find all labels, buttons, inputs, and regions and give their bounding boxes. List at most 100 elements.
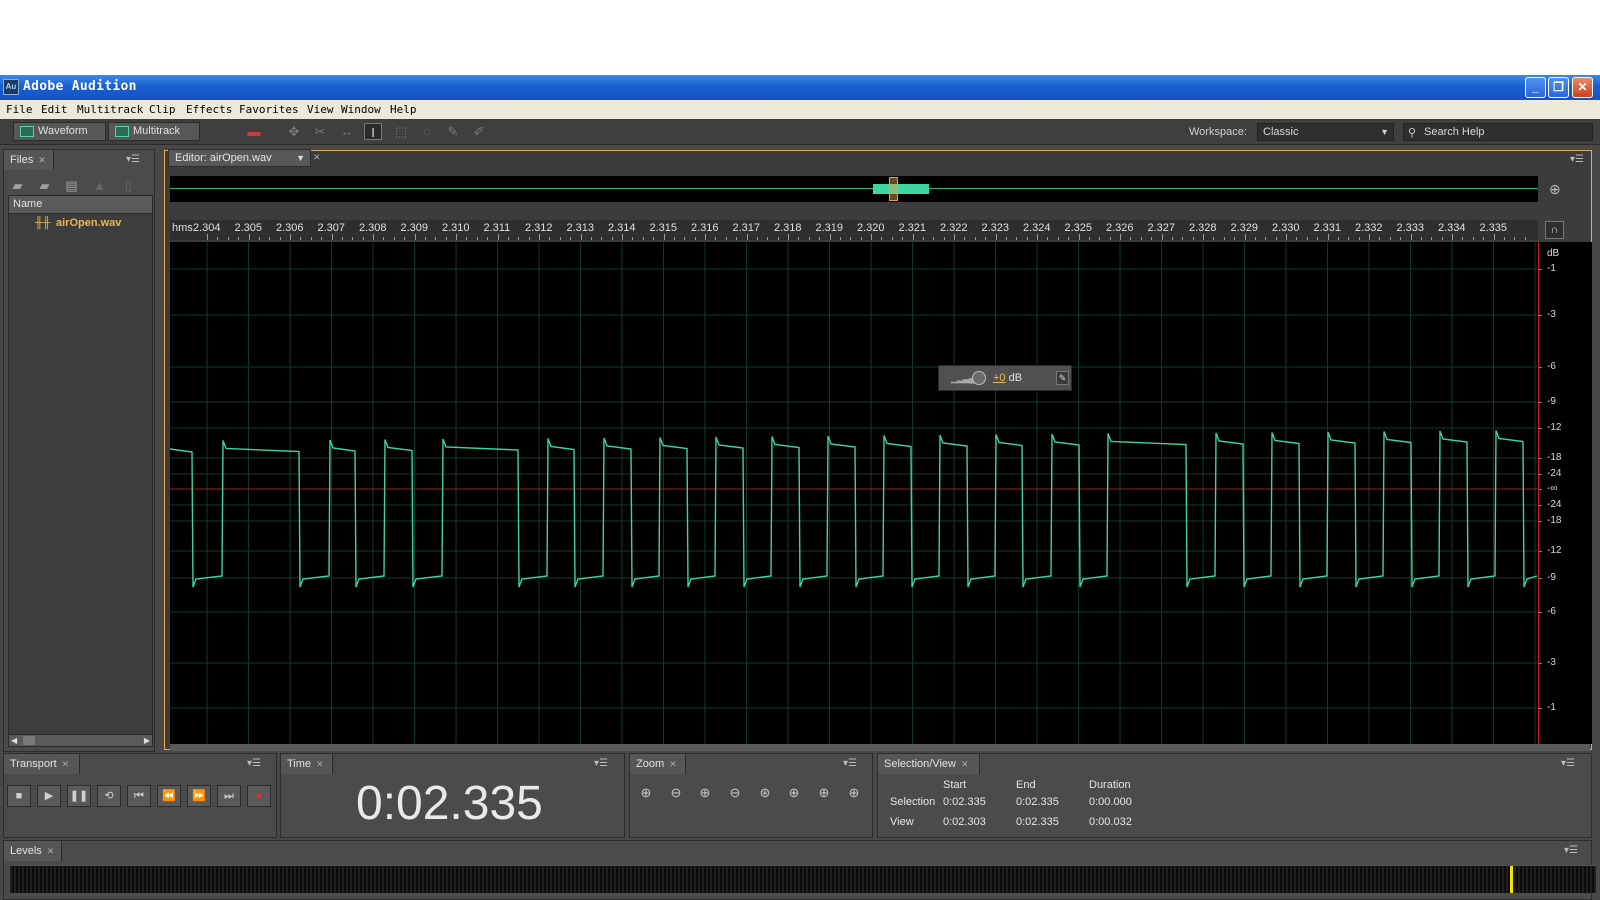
panel-menu-icon[interactable]: ▾☰	[843, 758, 857, 769]
minimize-button[interactable]: _	[1525, 77, 1546, 98]
fast-forward-button[interactable]: ⏩	[187, 785, 211, 807]
close-icon[interactable]: ✕	[47, 846, 55, 856]
ruler-tick	[1503, 237, 1505, 240]
zoom-out-amplitude-icon[interactable]: ⊖	[665, 783, 687, 803]
open-file-icon[interactable]: ▰	[9, 179, 26, 192]
close-icon[interactable]: ✕	[313, 152, 321, 163]
ruler-tick-label: 2.323	[981, 222, 1010, 234]
ruler-tick-label: 2.332	[1355, 222, 1383, 234]
stop-button[interactable]: ■	[7, 785, 31, 807]
close-window-button[interactable]: ✕	[1572, 77, 1593, 98]
workspace-select[interactable]: Classic ▼	[1257, 123, 1394, 141]
loop-button[interactable]: ⟲	[97, 785, 121, 807]
marquee-tool-icon[interactable]: ⬚	[392, 123, 410, 140]
selection-start-field[interactable]: 0:02.335	[943, 796, 986, 808]
close-icon[interactable]: ✕	[316, 759, 324, 769]
zoom-selection-icon[interactable]: ⊕	[843, 783, 865, 803]
close-icon[interactable]: ✕	[961, 759, 969, 769]
tab-time[interactable]: Time ✕	[281, 754, 333, 774]
time-selection-tool-icon[interactable]: I	[364, 123, 382, 140]
move-tool-icon[interactable]: ✥	[285, 123, 303, 140]
zoom-in-point-icon[interactable]: ⊕	[783, 783, 805, 803]
menu-effects[interactable]: Effects	[186, 103, 232, 116]
scroll-thumb[interactable]	[23, 736, 35, 745]
waveform-view-button[interactable]: Waveform	[13, 122, 106, 141]
pause-button[interactable]: ❚❚	[67, 785, 91, 807]
menu-multitrack[interactable]: Multitrack	[77, 103, 143, 116]
maximize-button[interactable]: ❐	[1548, 77, 1569, 98]
spot-healing-tool-icon[interactable]: ✐	[470, 123, 488, 140]
close-icon[interactable]: ✕	[62, 759, 70, 769]
export-icon[interactable]: ▲	[91, 179, 108, 192]
scroll-right-icon[interactable]: ▶	[144, 735, 150, 746]
selection-duration-field[interactable]: 0:00.000	[1089, 796, 1132, 808]
insert-icon[interactable]: ▤	[63, 179, 80, 192]
scroll-left-icon[interactable]: ◀	[11, 735, 17, 746]
menu-help[interactable]: Help	[390, 103, 417, 116]
panel-menu-icon[interactable]: ▾☰	[1570, 154, 1584, 165]
panel-menu-icon[interactable]: ▾☰	[1564, 845, 1578, 856]
pin-icon[interactable]: ✎	[1056, 371, 1069, 385]
ruler-tick-label: 2.310	[442, 222, 470, 234]
record-button[interactable]: ●	[247, 785, 271, 807]
zoom-out-point-icon[interactable]: ⊕	[813, 783, 835, 803]
play-button[interactable]: ▶	[37, 785, 61, 807]
ruler-tick	[248, 234, 250, 240]
tab-zoom[interactable]: Zoom ✕	[630, 754, 686, 774]
menu-favorites[interactable]: Favorites	[239, 103, 299, 116]
zoom-in-amplitude-icon[interactable]: ⊕	[635, 783, 657, 803]
headphones-icon[interactable]: ∩	[1545, 221, 1564, 239]
go-to-end-button[interactable]: ⏭	[217, 785, 241, 807]
chevron-down-icon[interactable]: ▼	[296, 150, 305, 166]
panel-menu-icon[interactable]: ▾☰	[594, 758, 608, 769]
list-item[interactable]: ╫╫ airOpen.wav	[9, 214, 152, 232]
selection-end-field[interactable]: 0:02.335	[1016, 796, 1059, 808]
panel-menu-icon[interactable]: ▾☰	[1561, 758, 1575, 769]
tab-editor[interactable]: Editor: airOpen.wav ▼	[168, 149, 311, 167]
tab-transport[interactable]: Transport ✕	[4, 754, 80, 774]
search-help-input[interactable]: ⚲ Search Help	[1403, 123, 1593, 141]
brush-tool-icon[interactable]: ✎	[444, 123, 462, 140]
name-column-header[interactable]: Name	[9, 196, 152, 214]
time-ruler[interactable]: hms 2.304 2.305 2.306 2.307 2.308 2.309 2.310 2…	[170, 220, 1538, 240]
ruler-tick	[404, 237, 406, 240]
menu-clip[interactable]: Clip	[149, 103, 176, 116]
zoom-out-full-icon[interactable]: ⊛	[754, 783, 776, 803]
panel-menu-icon[interactable]: ▾☰	[247, 758, 261, 769]
menu-window[interactable]: Window	[341, 103, 381, 116]
tab-selection-view[interactable]: Selection/View ✕	[878, 754, 980, 774]
rewind-button[interactable]: ⏪	[157, 785, 181, 807]
view-start-field[interactable]: 0:02.303	[943, 816, 986, 828]
close-icon[interactable]: ✕	[669, 759, 677, 769]
spectral-display-icon[interactable]: ▬	[245, 123, 263, 140]
tab-levels[interactable]: Levels ✕	[4, 841, 62, 861]
ruler-tick	[269, 237, 271, 240]
overview-view-handle[interactable]	[889, 177, 898, 201]
zoom-out-time-icon[interactable]: ⊖	[724, 783, 746, 803]
menu-file[interactable]: File	[6, 103, 33, 116]
ruler-tick	[528, 237, 530, 240]
hud-gain-control[interactable]: ▁▂▃▄ +0 dB ✎	[938, 365, 1072, 391]
close-icon[interactable]: ✕	[38, 155, 46, 165]
go-to-start-button[interactable]: ⏮	[127, 785, 151, 807]
view-duration-field[interactable]: 0:00.032	[1089, 816, 1132, 828]
panel-menu-icon[interactable]: ▾☰	[126, 154, 140, 165]
menu-view[interactable]: View	[307, 103, 334, 116]
overview-bar[interactable]	[170, 176, 1538, 202]
waveform-display[interactable]	[170, 242, 1538, 744]
view-end-field[interactable]: 0:02.335	[1016, 816, 1059, 828]
gain-knob[interactable]	[972, 371, 986, 385]
trash-icon[interactable]: ▯	[120, 179, 137, 192]
menu-edit[interactable]: Edit	[41, 103, 68, 116]
files-horizontal-scrollbar[interactable]: ◀ ▶	[8, 734, 153, 747]
razor-tool-icon[interactable]: ✂	[311, 123, 329, 140]
gain-value[interactable]: +0	[993, 372, 1006, 384]
multitrack-view-button[interactable]: Multitrack	[108, 122, 200, 141]
zoom-to-selection-icon[interactable]: ⊕	[1549, 181, 1561, 198]
import-file-icon[interactable]: ▰	[36, 179, 53, 192]
slip-tool-icon[interactable]: ↔	[338, 123, 356, 140]
lasso-tool-icon[interactable]: ◌	[418, 123, 436, 140]
editor-horizontal-scrollbar[interactable]	[170, 744, 1590, 751]
tab-files[interactable]: Files ✕	[4, 150, 54, 170]
zoom-in-time-icon[interactable]: ⊕	[694, 783, 716, 803]
